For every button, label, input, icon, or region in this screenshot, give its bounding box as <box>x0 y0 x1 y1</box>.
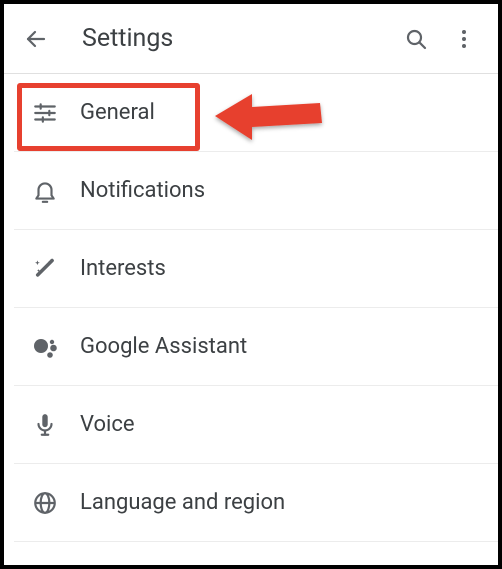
page-title: Settings <box>82 24 392 53</box>
back-button[interactable] <box>14 17 58 61</box>
list-item-label: Notifications <box>80 178 205 203</box>
bell-icon <box>20 178 70 204</box>
search-button[interactable] <box>392 15 440 63</box>
back-arrow-icon <box>24 27 48 51</box>
app-header: Settings <box>4 4 498 74</box>
list-item-label: Google Assistant <box>80 334 247 359</box>
overflow-menu-button[interactable] <box>440 15 488 63</box>
tune-icon <box>20 100 70 126</box>
list-item-label: Voice <box>80 412 135 437</box>
list-item-google-assistant[interactable]: Google Assistant <box>14 308 498 386</box>
list-item-notifications[interactable]: Notifications <box>14 152 498 230</box>
list-item-label: Language and region <box>80 490 285 515</box>
list-item-voice[interactable]: Voice <box>14 386 498 464</box>
list-item-interests[interactable]: Interests <box>14 230 498 308</box>
search-icon <box>404 27 428 51</box>
globe-icon <box>20 490 70 516</box>
more-vert-icon <box>452 27 476 51</box>
list-item-label: General <box>80 100 155 125</box>
list-item-general[interactable]: General <box>14 74 498 152</box>
list-item-language-region[interactable]: Language and region <box>14 464 498 542</box>
magic-wand-icon <box>20 256 70 282</box>
list-item-label: Interests <box>80 256 166 281</box>
mic-icon <box>20 412 70 438</box>
assistant-icon <box>20 333 70 361</box>
settings-list: General Notifications Interests <box>4 74 498 542</box>
